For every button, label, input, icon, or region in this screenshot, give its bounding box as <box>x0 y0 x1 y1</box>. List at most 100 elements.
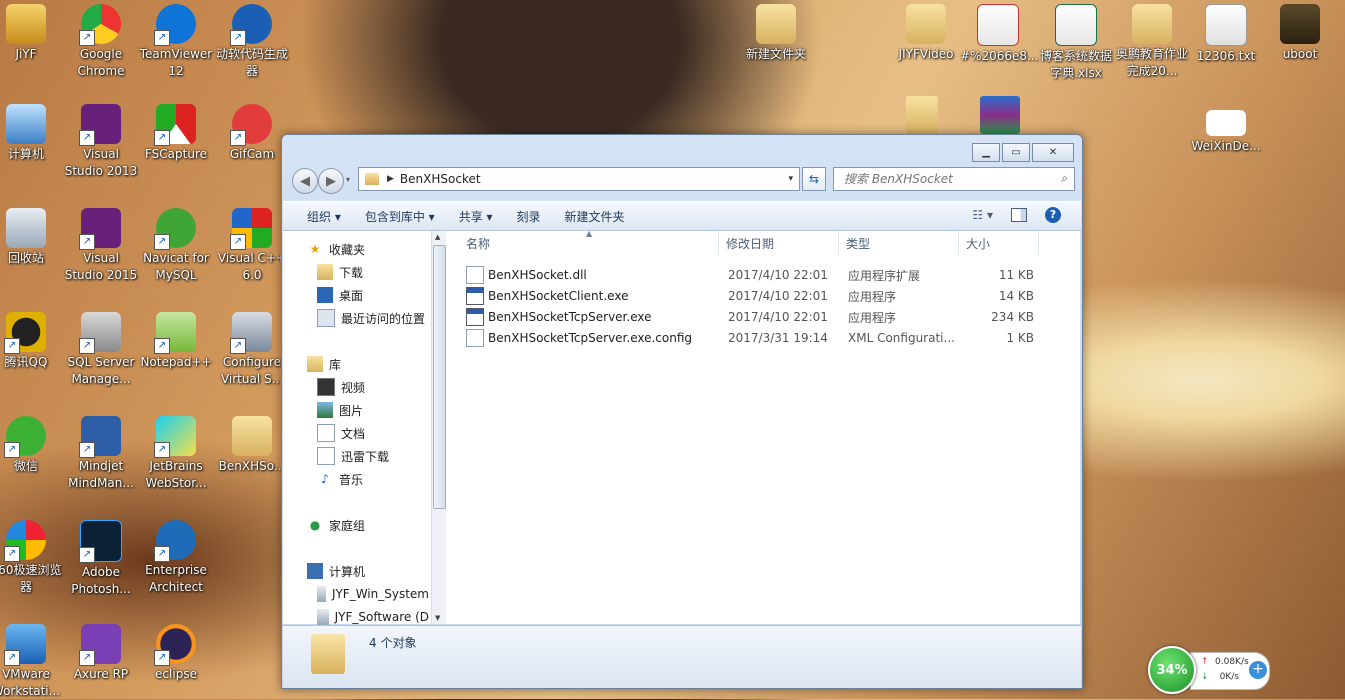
nav-drive-c[interactable]: JYF_Win_System <box>317 584 429 604</box>
code-generator-icon: ↗ <box>230 4 272 46</box>
desktop-icon-xlsx-file[interactable]: 博客系统数据字典.xlsx <box>1038 0 1114 82</box>
desktop-icon-vc6[interactable]: ↗ Visual C++ 6.0 <box>214 204 290 284</box>
navigation-scrollbar[interactable]: ▲ ▼ <box>431 231 446 624</box>
desktop-icon-vmware[interactable]: ↗ VMware Workstati... <box>0 620 64 700</box>
desktop-icon-label: eclipse <box>155 667 197 681</box>
desktop-icon-txt-file[interactable]: 12306.txt <box>1188 0 1264 65</box>
desktop-icon-uboot[interactable]: uboot <box>1262 0 1338 63</box>
recent-pages-dropdown[interactable]: ▾ <box>346 175 350 184</box>
forward-arrow-icon: ▶ <box>326 173 336 189</box>
include-in-library-menu[interactable]: 包含到库中 ▾ <box>353 208 447 225</box>
folder-icon <box>1132 4 1172 44</box>
desktop-icon-vs2013[interactable]: ↗ Visual Studio 2013 <box>63 100 139 180</box>
desktop-icon-webstorm[interactable]: ↗ JetBrains WebStor... <box>138 412 214 492</box>
file-row[interactable]: BenXHSocketTcpServer.exe 2017/4/10 22:01… <box>466 307 1066 327</box>
column-header-name[interactable]: 名称 <box>466 231 719 255</box>
desktop-icon-benxhsocket-folder[interactable]: BenXHSo... <box>214 412 290 475</box>
address-dropdown-icon[interactable]: ▾ <box>788 174 793 184</box>
desktop-icon-360-browser[interactable]: ↗ 360极速浏览器 <box>0 516 64 596</box>
nav-drive-d[interactable]: JYF_Software (D <box>317 607 429 627</box>
search-icon[interactable]: ⌕ <box>1061 171 1068 186</box>
desktop-icon-homework-folder[interactable]: 奥鹏教育作业完成20... <box>1114 0 1190 80</box>
share-menu[interactable]: 共享 ▾ <box>447 208 505 225</box>
desktop-icon-user[interactable]: JiYF <box>0 0 64 63</box>
file-row[interactable]: BenXHSocket.dll 2017/4/10 22:01 应用程序扩展 1… <box>466 265 1066 285</box>
file-row[interactable]: BenXHSocketClient.exe 2017/4/10 22:01 应用… <box>466 286 1066 306</box>
desktop-icon-photoshop[interactable]: ↗ Adobe Photosh... <box>63 516 139 598</box>
desktop-icon-label: FSCapture <box>144 147 208 161</box>
explorer-window[interactable]: ▁ ▭ ✕ ◀ ▶ ▾ ▶ BenXHSocket ▾ ⇆ ⌕ 组织 ▾ 包含到… <box>281 134 1083 689</box>
address-path[interactable]: BenXHSocket <box>400 172 481 186</box>
upload-speed: 0.08K/s <box>1215 657 1249 667</box>
desktop-icon-gifcam[interactable]: ↗ GifCam <box>214 100 290 163</box>
maximize-button[interactable]: ▭ <box>1002 143 1030 162</box>
help-icon[interactable]: ? <box>1045 207 1061 223</box>
desktop-icon-navicat[interactable]: ↗ Navicat for MySQL <box>138 204 214 284</box>
minimize-button[interactable]: ▁ <box>972 143 1000 162</box>
search-box[interactable]: ⌕ <box>833 167 1075 191</box>
burn-button[interactable]: 刻录 <box>505 208 553 225</box>
desktop-icon-label: Configure Virtual S... <box>220 355 284 386</box>
winrar-icon[interactable] <box>980 96 1020 134</box>
column-header-type[interactable]: 类型 <box>846 231 959 255</box>
documents-icon <box>317 447 335 465</box>
address-bar[interactable]: ▶ BenXHSocket ▾ <box>358 167 800 191</box>
desktop-icon-axure[interactable]: ↗ Axure RP <box>63 620 139 683</box>
desktop-icon-vs2015[interactable]: ↗ Visual Studio 2015 <box>63 204 139 284</box>
close-button[interactable]: ✕ <box>1032 143 1074 162</box>
desktop-icon-code-generator[interactable]: ↗ 动软代码生成器 <box>214 0 290 80</box>
desktop-icon-computer[interactable]: 计算机 <box>0 100 64 163</box>
desktop-icon-qq[interactable]: ↗ 腾讯QQ <box>0 308 64 371</box>
desktop-icon-label: BenXHSo... <box>218 459 286 473</box>
desktop-icon-recycle-bin[interactable]: 回收站 <box>0 204 64 267</box>
visual-cpp-icon: ↗ <box>230 208 272 250</box>
refresh-button[interactable]: ⇆ <box>802 167 826 191</box>
breadcrumb-arrow-icon[interactable]: ▶ <box>387 174 394 184</box>
column-header-date[interactable]: 修改日期 <box>726 231 839 255</box>
desktop-icon-enterprise-architect[interactable]: ↗ Enterprise Architect <box>138 516 214 596</box>
exe-icon <box>466 308 484 326</box>
new-folder-button[interactable]: 新建文件夹 <box>553 208 637 225</box>
desktop-icon-ppt-file[interactable]: #%2066e8... <box>960 0 1038 65</box>
memory-usage-ball[interactable]: 34% <box>1148 646 1196 694</box>
desktop-icon-weixin-file[interactable]: WeiXinDe... <box>1188 96 1264 155</box>
desktop-icon-chrome[interactable]: ↗ Google Chrome <box>63 0 139 80</box>
desktop-icon-jiyfvideo[interactable]: JIYFVideo <box>888 0 964 63</box>
exe-icon <box>466 287 484 305</box>
back-button[interactable]: ◀ <box>292 168 318 194</box>
file-row[interactable]: BenXHSocketTcpServer.exe.config 2017/3/3… <box>466 328 1066 348</box>
configure-icon: ↗ <box>230 312 272 354</box>
file-size: 234 KB <box>991 310 1034 324</box>
desktop-icon-teamviewer[interactable]: ↗ TeamViewer 12 <box>138 0 214 80</box>
qq-icon: ↗ <box>4 312 46 354</box>
column-header-size[interactable]: 大小 <box>966 231 1039 255</box>
desktop-icon-sql-server[interactable]: ↗ SQL Server Manage... <box>63 308 139 388</box>
organize-menu[interactable]: 组织 ▾ <box>295 208 353 225</box>
network-speed-widget[interactable]: ↑ 0.08K/s ↓ 0K/s + 34% <box>1148 646 1274 694</box>
user-folder-icon <box>6 4 46 44</box>
file-date: 2017/3/31 19:14 <box>728 331 828 345</box>
navigation-pane: ★ 收藏夹 下载 桌面 最近访问的位置 库 视频 图片 文档 迅雷下载 ♪ 音乐… <box>283 231 446 627</box>
preview-pane-icon[interactable] <box>1011 208 1027 222</box>
desktop-icon-wechat[interactable]: ↗ 微信 <box>0 412 64 475</box>
search-input[interactable] <box>842 168 1056 190</box>
scroll-down-icon[interactable]: ▼ <box>435 614 440 622</box>
file-date: 2017/4/10 22:01 <box>728 289 828 303</box>
view-options-icon[interactable]: ☷ ▾ <box>972 208 993 222</box>
desktop-icon-eclipse[interactable]: ↗ eclipse <box>138 620 214 683</box>
desktop-icon-configure-virtual[interactable]: ↗ Configure Virtual S... <box>214 308 290 388</box>
drive-icon <box>317 609 329 625</box>
desktop-icon-notepadpp[interactable]: ↗ Notepad++ <box>138 308 214 371</box>
folder-icon[interactable] <box>906 96 938 134</box>
add-icon[interactable]: + <box>1249 661 1267 679</box>
video-icon <box>317 378 335 396</box>
enterprise-architect-icon: ↗ <box>154 520 196 562</box>
desktop-icon-new-folder[interactable]: 新建文件夹 <box>738 0 814 63</box>
scroll-up-icon[interactable]: ▲ <box>435 233 440 241</box>
scrollbar-thumb[interactable] <box>433 245 446 509</box>
forward-button[interactable]: ▶ <box>318 168 344 194</box>
maximize-icon: ▭ <box>1011 147 1021 158</box>
desktop-icon-mindjet[interactable]: ↗ Mindjet MindMan... <box>63 412 139 492</box>
file-name: BenXHSocketTcpServer.exe.config <box>488 331 693 345</box>
desktop-icon-fscapture[interactable]: ↗ FSCapture <box>138 100 214 163</box>
